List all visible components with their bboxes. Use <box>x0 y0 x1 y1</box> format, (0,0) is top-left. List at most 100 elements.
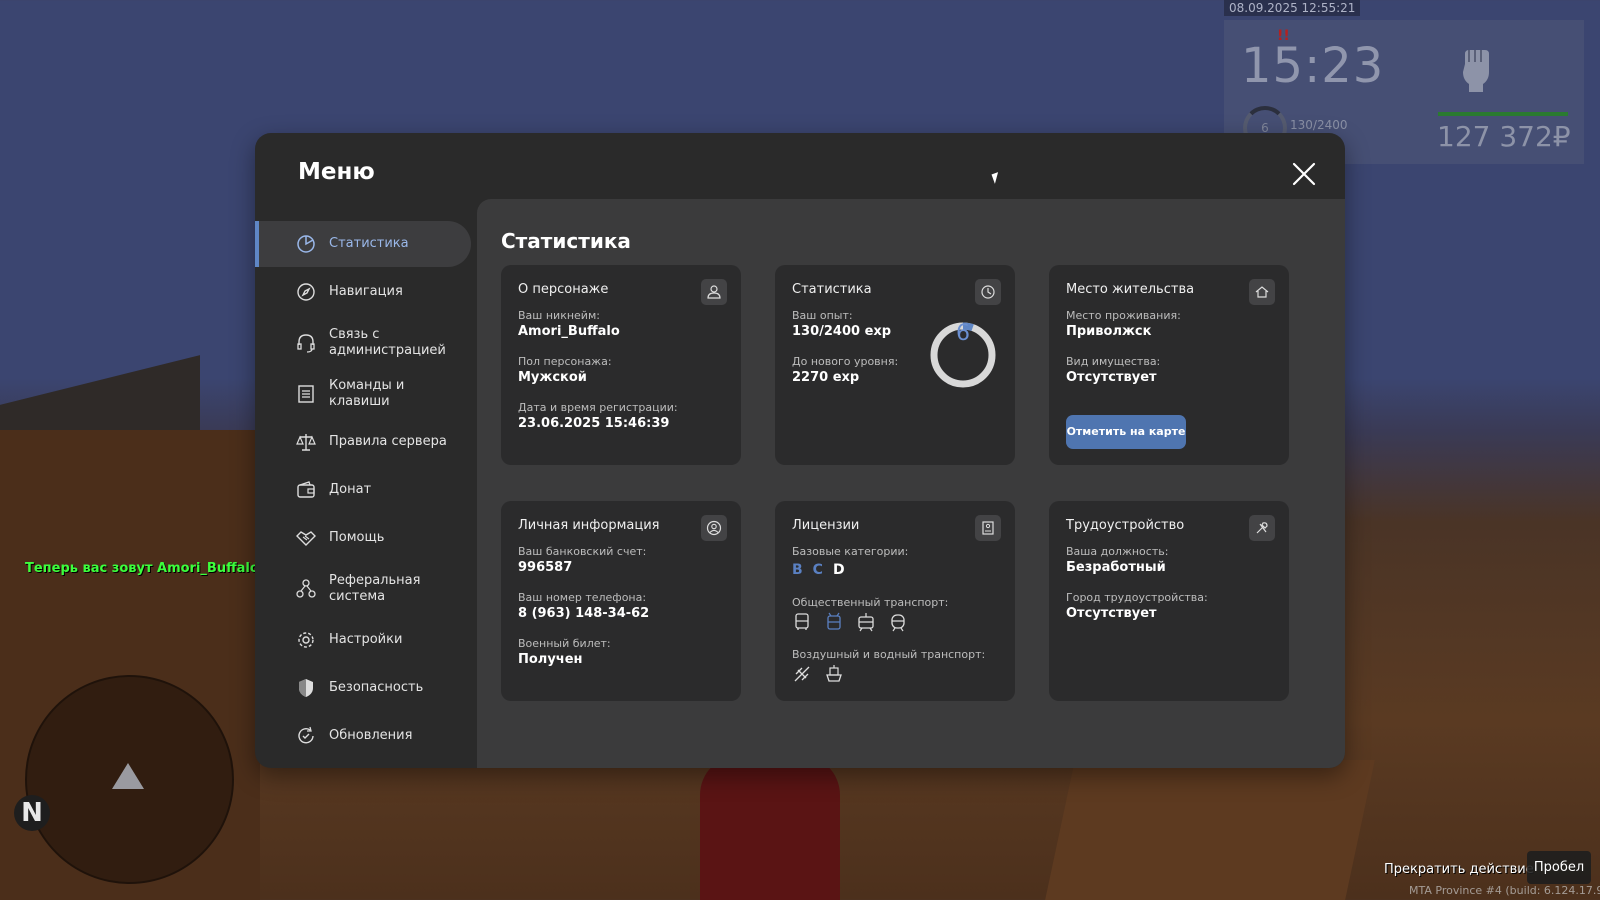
property-value: Отсутствует <box>1066 370 1157 385</box>
sidebar-item-label: Связь с администрацией <box>329 327 446 358</box>
chat-message: Теперь вас зовут Amori_Buffalo <box>25 561 259 576</box>
license-category-b: B <box>792 562 803 578</box>
document-icon <box>975 515 1001 541</box>
sidebar-item-settings[interactable]: Настройки <box>255 617 467 663</box>
sidebar-item-admin-contact[interactable]: Связь с администрацией <box>255 317 467 369</box>
tram-icon <box>856 612 876 632</box>
card-residence: Место жительства Место проживания: Приво… <box>1049 265 1289 465</box>
sidebar-item-statistics[interactable]: Статистика <box>255 221 471 267</box>
hud-money: 127 372₽ <box>1437 120 1571 153</box>
license-category-d: D <box>832 562 845 578</box>
sidebar-item-label: Настройки <box>329 632 403 647</box>
card-title: Личная информация <box>518 518 660 533</box>
card-title: О персонаже <box>518 282 609 297</box>
player-arrow-icon <box>112 763 144 789</box>
field-label: Место проживания: <box>1066 309 1181 322</box>
card-character: О персонаже Ваш никнейм: Amori_Buffalo П… <box>501 265 741 465</box>
reg-date-value: 23.06.2025 15:46:39 <box>518 416 670 431</box>
bus-icon <box>792 612 812 632</box>
mark-on-map-button[interactable]: Отметить на карте <box>1066 415 1186 449</box>
bank-account-value: 996587 <box>518 560 573 575</box>
action-hint-label: Прекратить действие <box>1384 862 1534 877</box>
field-label: Воздушный и водный транспорт: <box>792 648 986 661</box>
page-title: Статистика <box>501 229 631 253</box>
sidebar-item-label: Команды и клавиши <box>329 378 405 409</box>
boat-icon <box>824 664 844 684</box>
employment-city-value: Отсутствует <box>1066 606 1157 621</box>
card-title: Трудоустройство <box>1066 518 1185 533</box>
refresh-check-icon <box>295 725 317 747</box>
sidebar-item-label: Правила сервера <box>329 434 447 449</box>
level-number: 6 <box>956 321 970 346</box>
field-label: До нового уровня: <box>792 355 899 368</box>
sidebar-item-help[interactable]: Помощь <box>255 515 467 561</box>
public-transport-icons <box>792 612 908 632</box>
license-category-c: C <box>812 562 823 578</box>
sidebar-item-referral[interactable]: Реферальная система <box>255 563 467 615</box>
network-icon <box>295 578 317 600</box>
fist-icon <box>1463 50 1489 92</box>
headset-icon <box>295 332 317 354</box>
sidebar-item-label: Помощь <box>329 530 385 545</box>
sidebar-item-navigation[interactable]: Навигация <box>255 269 467 315</box>
card-title: Место жительства <box>1066 282 1195 297</box>
sidebar-item-label: Реферальная система <box>329 573 421 604</box>
field-label: Ваш никнейм: <box>518 309 600 322</box>
sidebar-item-commands[interactable]: Команды и клавиши <box>255 371 467 417</box>
field-label: Вид имущества: <box>1066 355 1161 368</box>
trolleybus-icon <box>824 612 844 632</box>
field-label: Дата и время регистрации: <box>518 401 678 414</box>
wallet-icon <box>295 479 317 501</box>
card-employment: Трудоустройство Ваша должность: Безработ… <box>1049 501 1289 701</box>
world-crate <box>1045 760 1375 900</box>
metro-icon <box>888 612 908 632</box>
hud-experience: 130/2400 <box>1290 118 1348 132</box>
field-label: Ваш опыт: <box>792 309 853 322</box>
radar-north-icon: N <box>14 795 50 831</box>
list-icon <box>295 383 317 405</box>
phone-value: 8 (963) 148-34-62 <box>518 606 650 621</box>
sidebar-item-security[interactable]: Безопасность <box>255 665 467 711</box>
card-personal-info: Личная информация Ваш банковский счет: 9… <box>501 501 741 701</box>
pie-chart-icon <box>295 233 317 255</box>
world-character <box>700 755 840 900</box>
sidebar-item-donate[interactable]: Донат <box>255 467 467 513</box>
modal-title: Меню <box>298 159 375 185</box>
menu-modal: Меню Статистика Навигация Связь с админи… <box>255 133 1345 768</box>
sidebar-item-label: Статистика <box>329 236 409 251</box>
field-label: Общественный транспорт: <box>792 596 949 609</box>
sidebar-nav: Статистика Навигация Связь с администрац… <box>255 221 477 761</box>
tools-icon <box>1249 515 1275 541</box>
license-categories: B C D <box>792 562 845 578</box>
field-label: Город трудоустройства: <box>1066 591 1208 604</box>
military-id-value: Получен <box>518 652 583 667</box>
sidebar-item-label: Безопасность <box>329 680 424 695</box>
close-button[interactable] <box>1291 161 1317 187</box>
exp-value: 130/2400 exp <box>792 324 892 339</box>
close-icon <box>1292 162 1316 186</box>
gear-icon <box>295 629 317 651</box>
air-water-transport-icons <box>792 664 844 684</box>
hud-health-bar <box>1438 112 1568 116</box>
sidebar-item-rules[interactable]: Правила сервера <box>255 419 467 465</box>
sidebar-item-label: Донат <box>329 482 372 497</box>
shield-icon <box>295 677 317 699</box>
airplane-icon <box>792 664 812 684</box>
field-label: Ваш номер телефона: <box>518 591 647 604</box>
field-label: Военный билет: <box>518 637 611 650</box>
card-licenses: Лицензии Базовые категории: B C D Общест… <box>775 501 1015 701</box>
scales-icon <box>295 431 317 453</box>
house-icon <box>1249 279 1275 305</box>
content-panel: Статистика О персонаже Ваш никнейм: Amor… <box>477 199 1345 768</box>
build-info: MTA Province #4 (build: 6.124.17.9) <box>1409 884 1600 897</box>
compass-icon <box>295 281 317 303</box>
sidebar-item-updates[interactable]: Обновления <box>255 713 467 759</box>
nickname-value: Amori_Buffalo <box>518 324 620 339</box>
position-value: Безработный <box>1066 560 1166 575</box>
sidebar-item-label: Навигация <box>329 284 403 299</box>
card-title: Лицензии <box>792 518 860 533</box>
gender-value: Мужской <box>518 370 587 385</box>
action-hint-key[interactable]: Пробел <box>1527 851 1591 884</box>
sidebar-item-label: Обновления <box>329 728 413 743</box>
field-label: Пол персонажа: <box>518 355 612 368</box>
